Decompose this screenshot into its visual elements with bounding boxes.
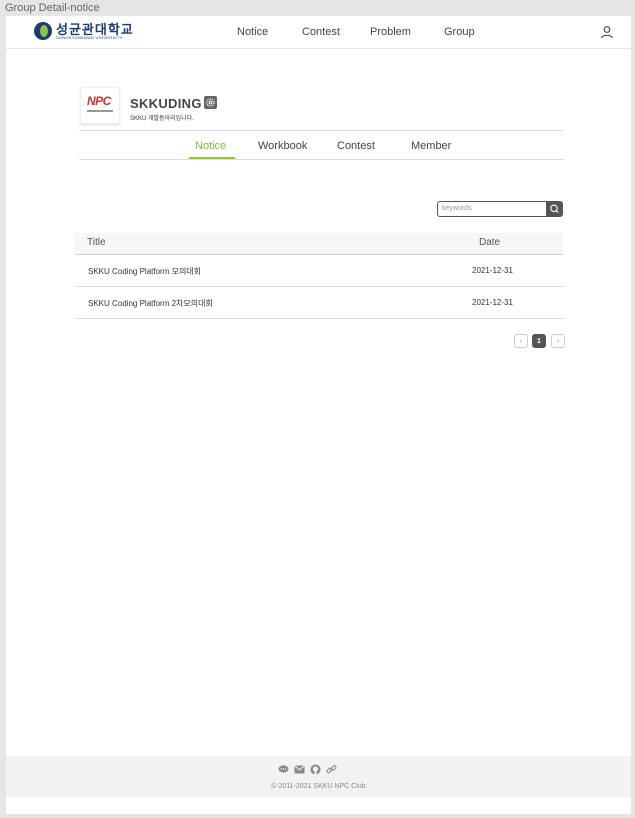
github-icon[interactable] — [310, 764, 321, 775]
gear-icon — [206, 98, 215, 107]
group-name: SKKUDING — [130, 96, 202, 111]
logo-title: 성균관대학교 — [56, 21, 134, 37]
chat-icon[interactable] — [278, 765, 289, 774]
search-icon — [550, 204, 559, 213]
column-title: Title — [87, 237, 106, 248]
tab-contest[interactable]: Contest — [337, 140, 375, 152]
link-icon[interactable] — [326, 764, 337, 775]
search-button[interactable] — [546, 201, 563, 217]
user-icon[interactable] — [600, 25, 614, 39]
notice-date: 2021-12-31 — [472, 298, 513, 307]
nav-notice[interactable]: Notice — [237, 26, 268, 38]
group-logo-text: NPC — [87, 94, 111, 108]
column-date: Date — [479, 237, 501, 248]
tab-notice[interactable]: Notice — [195, 140, 226, 152]
group-settings-button[interactable] — [204, 96, 217, 109]
notice-title[interactable]: SKKU Coding Platform 모의대회 — [88, 266, 201, 277]
tab-member[interactable]: Member — [411, 140, 451, 152]
nav-problem[interactable]: Problem — [370, 26, 411, 38]
search-input[interactable]: keywords — [437, 201, 551, 217]
pagination-next-button[interactable]: › — [551, 334, 565, 348]
mail-icon[interactable] — [294, 765, 305, 774]
nav-group[interactable]: Group — [444, 26, 475, 38]
pagination-page-1[interactable]: 1 — [532, 334, 546, 348]
footer: © 2011-2021 SKKU NPC Club — [6, 756, 631, 797]
group-description: SKKU 개발동아리입니다. — [130, 116, 194, 122]
logo-subtitle: SUNGKYUNKWAN UNIVERSITY — [56, 34, 123, 40]
divider — [79, 130, 564, 131]
notice-title[interactable]: SKKU Coding Platform 2차모의대회 — [88, 298, 213, 309]
logo-emblem-icon — [34, 22, 52, 40]
table-header: Title Date — [75, 233, 563, 255]
tab-workbook[interactable]: Workbook — [258, 140, 307, 152]
page: 성균관대학교 SUNGKYUNKWAN UNIVERSITY Notice Co… — [6, 16, 631, 814]
group-logo: NPC — [80, 87, 120, 124]
university-logo[interactable]: 성균관대학교 SUNGKYUNKWAN UNIVERSITY — [34, 22, 134, 40]
divider — [79, 159, 564, 160]
frame-label: Group Detail-notice — [5, 2, 100, 14]
footer-copyright: © 2011-2021 SKKU NPC Club — [271, 783, 366, 790]
notice-date: 2021-12-31 — [472, 266, 513, 275]
top-header: 성균관대학교 SUNGKYUNKWAN UNIVERSITY Notice Co… — [6, 16, 631, 49]
table-row[interactable]: SKKU Coding Platform 2차모의대회 2021-12-31 — [75, 287, 565, 319]
table-row[interactable]: SKKU Coding Platform 모의대회 2021-12-31 — [75, 255, 565, 287]
pagination-prev-button[interactable]: ‹ — [514, 334, 528, 348]
nav-contest[interactable]: Contest — [302, 26, 340, 38]
